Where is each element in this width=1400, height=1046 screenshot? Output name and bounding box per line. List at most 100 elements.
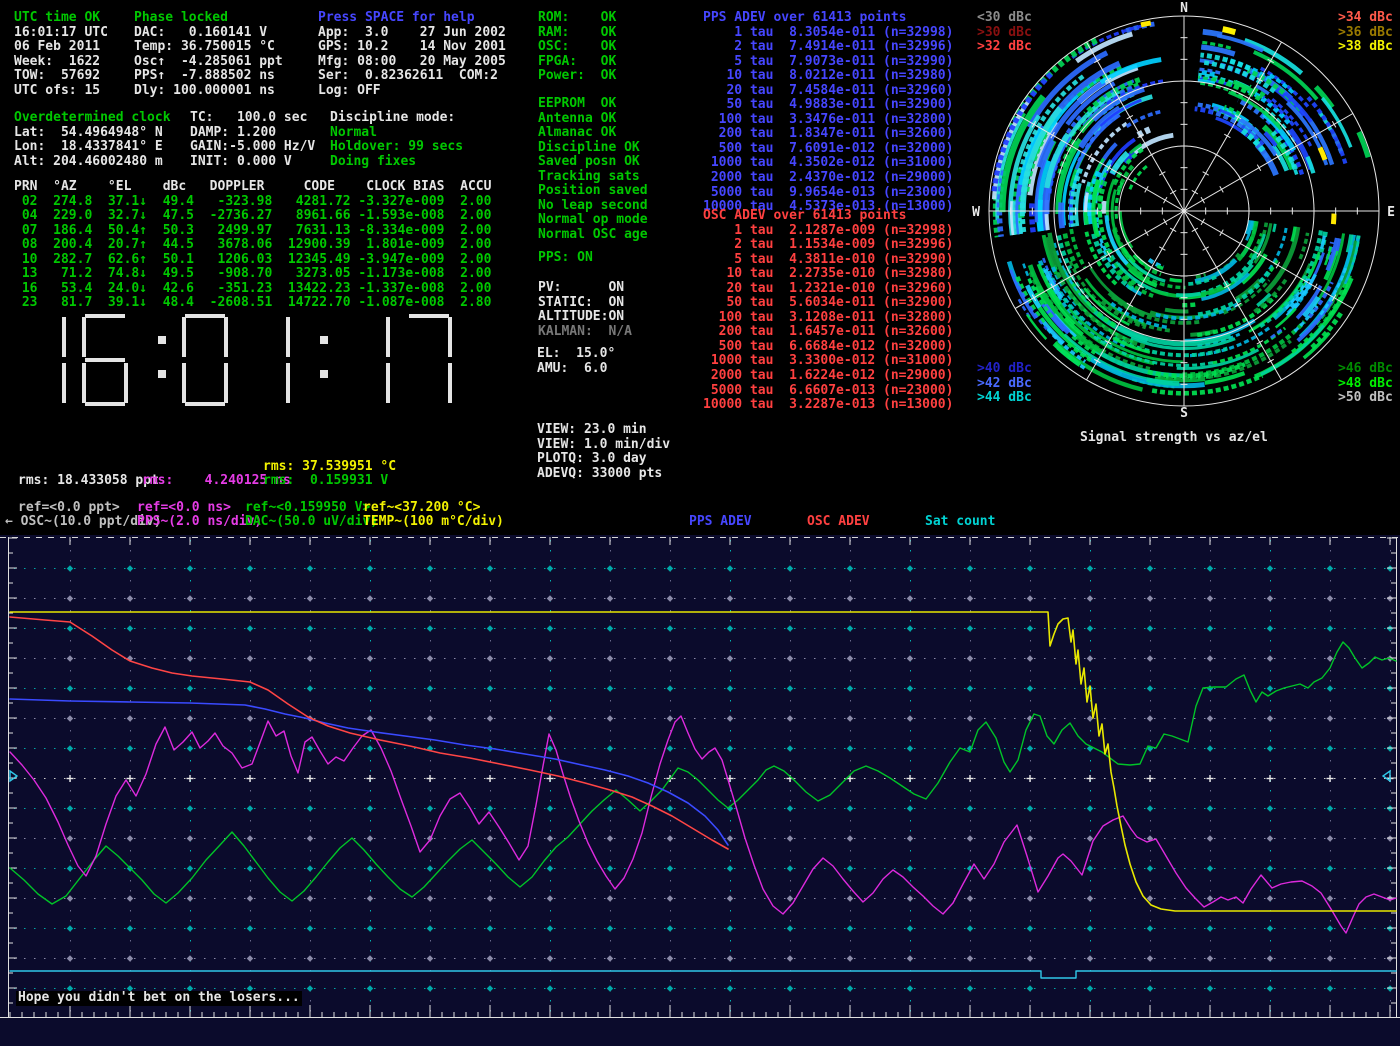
rms-osc-line-0: rms: 18.433058 ppt (18, 474, 159, 489)
osc-adev-table-line-7: 100 tau 3.1208e-011 (n=32800) (703, 311, 953, 326)
fix-mode-panel: PV: ONSTATIC: ONALTITUDE:ONKALMAN: N/A (538, 281, 632, 339)
satellite-table-line-5: 10 282.7 62.6↑ 50.1 1206.03 12345.49 -3.… (14, 253, 491, 268)
satellite-table-line-8: 23 81.7 39.1↓ 48.4 -2608.51 14722.70 -1.… (14, 296, 491, 311)
rms-dac: rms: 0.159931 V (263, 474, 388, 489)
view-settings-panel: VIEW: 23.0 minVIEW: 1.0 min/divPLOTQ: 3.… (537, 423, 670, 481)
receiver-status-main-line-1: Antenna OK (538, 112, 648, 127)
plot-scale-dac-line-0: DAC~(50.0 uV/div) (245, 515, 378, 530)
version-panel-line-4: Ser: 0.82362611 COM:2 (318, 69, 506, 84)
utc-time-panel-line-5: UTC ofs: 15 (14, 84, 108, 99)
plot-scale-temp-line-0: TEMP~(100 m°C/div) (363, 515, 504, 530)
pps-adev-table-line-6: 50 tau 4.9883e-011 (n=32900) (703, 98, 953, 113)
osc-adev-table-line-11: 2000 tau 1.6224e-012 (n=29000) (703, 369, 953, 384)
receiver-status-top-line-0: ROM: OK (538, 11, 616, 26)
receiver-status-main-line-2: Almanac OK (538, 126, 648, 141)
oscillator-panel-line-0: Phase locked (134, 11, 283, 26)
oscillator-panel-line-3: Osc↑ -4.285061 ppt (134, 55, 283, 70)
dbc-legend-top-right: >34 dBc>36 dBc>38 dBc (1338, 11, 1393, 55)
receiver-status-top-line-4: Power: OK (538, 69, 616, 84)
dbc-legend-bottom-left-line-0: >40 dBc (977, 362, 1032, 377)
mask-panel: EL: 15.0°AMU: 6.0 (537, 347, 615, 376)
discipline-params-panel-line-1: DAMP: 1.200 (190, 126, 315, 141)
receiver-status-main-line-9: Normal OSC age (538, 228, 648, 243)
osc-adev-table-line-9: 500 tau 6.6684e-012 (n=32000) (703, 340, 953, 355)
plot-legend-sat-count: Sat count (925, 515, 995, 530)
text-layer: UTC time OK16:01:17 UTC06 Feb 2011Week: … (0, 0, 1400, 1046)
receiver-status-main-line-8: Normal op mode (538, 213, 648, 228)
utc-time-panel: UTC time OK16:01:17 UTC06 Feb 2011Week: … (14, 11, 108, 98)
plot-legend-pps-adev-line-0: PPS ADEV (689, 515, 752, 530)
dbc-legend-top-right-line-0: >34 dBc (1338, 11, 1393, 26)
lady-heather-gpsdo-monitor: NSWE UTC time OK16:01:17 UTC06 Feb 2011W… (0, 0, 1400, 1046)
dbc-legend-top-left-line-2: >32 dBc (977, 40, 1032, 55)
plot-message: Hope you didn't bet on the losers... (16, 991, 302, 1006)
satellite-table: PRN °AZ °EL dBc DOPPLER CODE CLOCK BIAS … (14, 180, 491, 311)
fix-mode-panel-line-2: ALTITUDE:ON (538, 310, 632, 325)
plot-legend-sat-count-line-0: Sat count (925, 515, 995, 530)
receiver-status-top-line-1: RAM: OK (538, 26, 616, 41)
version-panel-line-3: Mfg: 08:00 20 May 2005 (318, 55, 506, 70)
pps-state-line-0: PPS: ON (538, 251, 593, 266)
receiver-status-top: ROM: OKRAM: OKOSC: OKFPGA: OKPower: OK (538, 11, 616, 84)
discipline-params-panel: TC: 100.0 secDAMP: 1.200GAIN:-5.000 Hz/V… (190, 111, 315, 169)
version-panel-line-2: GPS: 10.2 14 Nov 2001 (318, 40, 506, 55)
osc-adev-table-line-5: 20 tau 1.2321e-010 (n=32960) (703, 282, 953, 297)
dbc-legend-top-left-line-1: >30 dBc (977, 26, 1032, 41)
osc-adev-table-line-2: 2 tau 1.1534e-009 (n=32996) (703, 238, 953, 253)
satellite-table-line-1: 02 274.8 37.1↓ 49.4 -323.98 4281.72 -3.3… (14, 195, 491, 210)
view-settings-panel-line-1: VIEW: 1.0 min/div (537, 438, 670, 453)
satellite-table-line-0: PRN °AZ °EL dBc DOPPLER CODE CLOCK BIAS … (14, 180, 491, 195)
dbc-legend-top-right-line-1: >36 dBc (1338, 26, 1393, 41)
satellite-table-line-6: 13 71.2 74.8↓ 49.5 -908.70 3273.05 -1.17… (14, 267, 491, 282)
dbc-legend-bottom-left-line-2: >44 dBc (977, 391, 1032, 406)
receiver-status-main-line-6: Position saved (538, 184, 648, 199)
oscillator-panel-line-1: DAC: 0.160141 V (134, 26, 283, 41)
position-panel-line-0: Overdetermined clock (14, 111, 171, 126)
dbc-legend-bottom-right-line-2: >50 dBc (1338, 391, 1393, 406)
version-panel-line-5: Log: OFF (318, 84, 506, 99)
oscillator-panel-line-4: PPS↑ -7.888502 ns (134, 69, 283, 84)
dbc-legend-bottom-right: >46 dBc>48 dBc>50 dBc (1338, 362, 1393, 406)
position-panel-line-3: Alt: 204.46002480 m (14, 155, 171, 170)
dbc-legend-top-left-line-0: <30 dBc (977, 11, 1032, 26)
rms-dac-line-0: rms: 0.159931 V (263, 474, 388, 489)
mask-panel-line-1: AMU: 6.0 (537, 362, 615, 377)
osc-adev-table-line-12: 5000 tau 6.6607e-013 (n=23000) (703, 384, 953, 399)
discipline-mode-panel-line-3: Doing fixes (330, 155, 463, 170)
satellite-table-line-2: 04 229.0 32.7↓ 47.5 -2736.27 8961.66 -1.… (14, 209, 491, 224)
position-panel: Overdetermined clockLat: 54.4964948° NLo… (14, 111, 171, 169)
pps-adev-table-line-3: 5 tau 7.9073e-011 (n=32990) (703, 55, 953, 70)
fix-mode-panel-line-0: PV: ON (538, 281, 632, 296)
pps-adev-table-line-8: 200 tau 1.8347e-011 (n=32600) (703, 127, 953, 142)
dbc-legend-bottom-left-line-1: >42 dBc (977, 377, 1032, 392)
pps-adev-table-line-12: 5000 tau 9.9654e-013 (n=23000) (703, 186, 953, 201)
receiver-status-main: EEPROM OKAntenna OKAlmanac OKDiscipline … (538, 97, 648, 242)
pps-adev-table-line-4: 10 tau 8.0212e-011 (n=32980) (703, 69, 953, 84)
receiver-status-main-line-5: Tracking sats (538, 170, 648, 185)
pps-adev-table-line-7: 100 tau 3.3476e-011 (n=32800) (703, 113, 953, 128)
oscillator-panel-line-5: Dly: 100.000001 ns (134, 84, 283, 99)
receiver-status-main-line-7: No leap second (538, 199, 648, 214)
view-settings-panel-line-2: PLOTQ: 3.0 day (537, 452, 670, 467)
discipline-params-panel-line-0: TC: 100.0 sec (190, 111, 315, 126)
view-settings-panel-line-3: ADEVQ: 33000 pts (537, 467, 670, 482)
view-settings-panel-line-0: VIEW: 23.0 min (537, 423, 670, 438)
discipline-params-panel-line-2: GAIN:-5.000 Hz/V (190, 140, 315, 155)
dbc-legend-bottom-left: >40 dBc>42 dBc>44 dBc (977, 362, 1032, 406)
pps-adev-table-line-9: 500 tau 7.6091e-012 (n=32000) (703, 142, 953, 157)
utc-time-panel-line-1: 16:01:17 UTC (14, 26, 108, 41)
polar-caption: Signal strength vs az/el (1080, 431, 1268, 446)
pps-adev-table-line-2: 2 tau 7.4914e-011 (n=32996) (703, 40, 953, 55)
osc-adev-table-line-10: 1000 tau 3.3300e-012 (n=31000) (703, 354, 953, 369)
osc-adev-table-line-13: 10000 tau 3.2287e-013 (n=13000) (703, 398, 953, 413)
receiver-status-main-line-4: Saved posn OK (538, 155, 648, 170)
pps-state: PPS: ON (538, 251, 593, 266)
plot-scale-dac: DAC~(50.0 uV/div) (245, 515, 378, 530)
plot-scale-pps-line-0: PPS~(2.0 ns/div) (137, 515, 262, 530)
version-panel-line-0: Press SPACE for help (318, 11, 506, 26)
dbc-legend-bottom-right-line-1: >48 dBc (1338, 377, 1393, 392)
position-panel-line-2: Lon: 18.4337841° E (14, 140, 171, 155)
plot-scale-temp: TEMP~(100 m°C/div) (363, 515, 504, 530)
fix-mode-panel-line-1: STATIC: ON (538, 296, 632, 311)
plot-message-line-0: Hope you didn't bet on the losers... (16, 991, 302, 1006)
